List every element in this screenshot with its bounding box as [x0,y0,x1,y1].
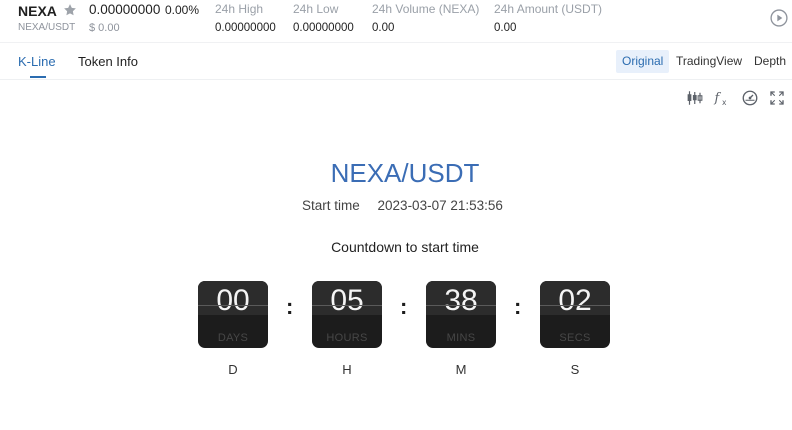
countdown-separator: : [514,294,522,319]
stat-value-24h-low: 0.00000000 [293,22,354,34]
countdown-secs-box: 02 SECS [540,281,610,348]
svg-text:f: f [714,91,722,106]
stat-value-24h-high: 0.00000000 [215,22,276,34]
star-icon[interactable] [62,2,78,18]
dashboard-icon[interactable] [741,89,759,107]
countdown-mins-label: MINS [446,332,476,344]
launch-pair-title: NEXA/USDT [330,158,480,188]
svg-text:x: x [722,98,727,107]
countdown-secs-letter: S [570,362,580,377]
countdown-hours-value: 05 [330,284,364,317]
view-depth-button[interactable]: Depth [748,50,792,73]
trading-pair: NEXA/USDT [18,22,76,33]
countdown-hours-letter: H [342,362,352,377]
countdown-secs-label: SECS [559,332,591,344]
start-time-value: 2023-03-07 21:53:56 [377,198,503,213]
countdown-days-value: 00 [216,284,250,317]
countdown-secs-value: 02 [558,284,592,317]
fullscreen-icon[interactable] [768,89,786,107]
countdown-hours-label: HOURS [326,332,368,344]
stat-value-24h-volume: 0.00 [372,22,395,34]
tab-kline[interactable]: K-Line [18,54,56,69]
countdown-mins-letter: M [455,362,467,377]
last-price: 0.00000000 [89,2,161,17]
countdown-days-label: DAYS [217,332,249,344]
tab-token-info[interactable]: Token Info [78,54,138,69]
countdown-hours-box: 05 HOURS [312,281,382,348]
stat-label-24h-volume: 24h Volume (NEXA) [372,2,480,16]
view-original-button[interactable]: Original [616,50,670,73]
start-time-row: Start time 2023-03-07 21:53:56 [302,198,503,213]
ticker-header: NEXA NEXA/USDT 0.00000000 0.00% $ 0.00 2… [0,0,792,43]
countdown-separator: : [400,294,408,319]
countdown-separator: : [286,294,294,319]
function-icon[interactable]: f x [713,89,731,107]
countdown-days-box: 00 DAYS [198,281,268,348]
price-change-percent: 0.00% [165,3,200,17]
play-circle-icon[interactable] [769,8,789,28]
countdown-mins-value: 38 [444,284,478,317]
view-tradingview-button[interactable]: TradingView [670,50,748,73]
stat-label-24h-high: 24h High [215,2,264,16]
usd-price: $ 0.00 [89,22,120,34]
start-time-label: Start time [302,198,360,213]
stat-label-24h-amount: 24h Amount (USDT) [494,2,603,16]
countdown-title: Countdown to start time [331,239,479,255]
chart-tabs-bar: K-Line Token Info Original TradingView D… [0,43,792,80]
stat-label-24h-low: 24h Low [293,2,339,16]
candlestick-settings-icon[interactable] [685,89,703,107]
countdown-mins-box: 38 MINS [426,281,496,348]
token-symbol: NEXA [18,3,57,19]
countdown-days-letter: D [228,362,238,377]
stat-value-24h-amount: 0.00 [494,22,517,34]
active-tab-underline [30,76,46,78]
